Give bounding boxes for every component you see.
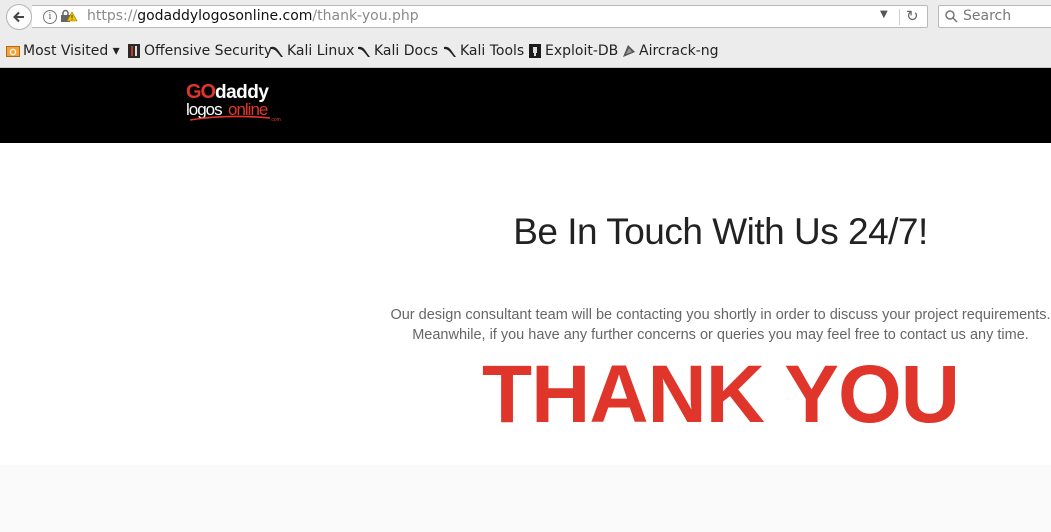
search-placeholder: Search [963,8,1012,24]
bookmark-aircrack-ng[interactable]: Aircrack-ng [622,43,719,59]
insecure-lock-icon[interactable] [60,9,78,23]
bookmark-offensive-security[interactable]: Offensive Security [127,43,272,59]
back-arrow-icon [13,11,24,23]
bookmark-label: Exploit-DB [545,43,619,59]
aircrack-icon [623,45,635,57]
bookmark-label: Offensive Security [144,43,273,59]
url-divider [899,9,900,25]
bookmark-kali-linux[interactable]: Kali Linux [270,43,354,59]
svg-text:.com: .com [270,117,281,123]
bookmark-most-visited[interactable]: Most Visited ▾ [6,43,120,59]
thank-you-banner: THANK YOU [482,349,960,440]
exploitdb-icon [529,44,541,58]
kali-dragon-icon [444,46,456,57]
bookmark-label: Kali Docs [374,43,439,59]
kali-dragon-icon [358,46,370,57]
url-path: /thank-you.php [312,8,419,24]
thank-you-section: Be In Touch With Us 24/7! Our design con… [0,143,1051,465]
offsec-icon [128,44,140,58]
bookmark-label: Kali Tools [460,43,525,59]
bookmark-kali-docs[interactable]: Kali Docs [357,43,438,59]
search-icon [945,10,958,23]
back-button[interactable] [6,4,32,30]
site-logo[interactable]: GO daddy logos online .com [186,80,290,126]
folder-icon [6,46,20,57]
url-history-dropdown-icon[interactable]: ▼ [880,9,888,20]
kali-dragon-icon [271,46,283,57]
svg-text:logos: logos [186,100,222,119]
bookmark-label: Kali Linux [287,43,355,59]
message-line-1: Our design consultant team will be conta… [390,307,1051,323]
search-input[interactable]: Search [938,5,1051,28]
bookmark-kali-tools[interactable]: Kali Tools [443,43,524,59]
bookmarks-toolbar: Most Visited ▾ Offensive Security Kali L… [0,34,1051,68]
reload-icon[interactable]: ↻ [906,7,919,25]
site-header: GO daddy logos online .com [0,68,1051,143]
bookmark-label: Most Visited ▾ [23,43,120,59]
url-text[interactable]: https://godaddylogosonline.com/thank-you… [87,8,419,24]
browser-toolbar: i https://godaddylogosonline.com/thank-y… [0,0,1051,34]
url-bar[interactable]: i https://godaddylogosonline.com/thank-y… [32,5,928,28]
page-headline: Be In Touch With Us 24/7! [513,211,928,252]
info-icon[interactable]: i [43,10,57,24]
url-scheme: https:// [87,8,138,24]
message-line-2: Meanwhile, if you have any further conce… [412,327,1029,343]
bookmark-exploit-db[interactable]: Exploit-DB [528,43,618,59]
url-host: godaddylogosonline.com [137,8,313,24]
bookmark-label: Aircrack-ng [639,43,719,59]
